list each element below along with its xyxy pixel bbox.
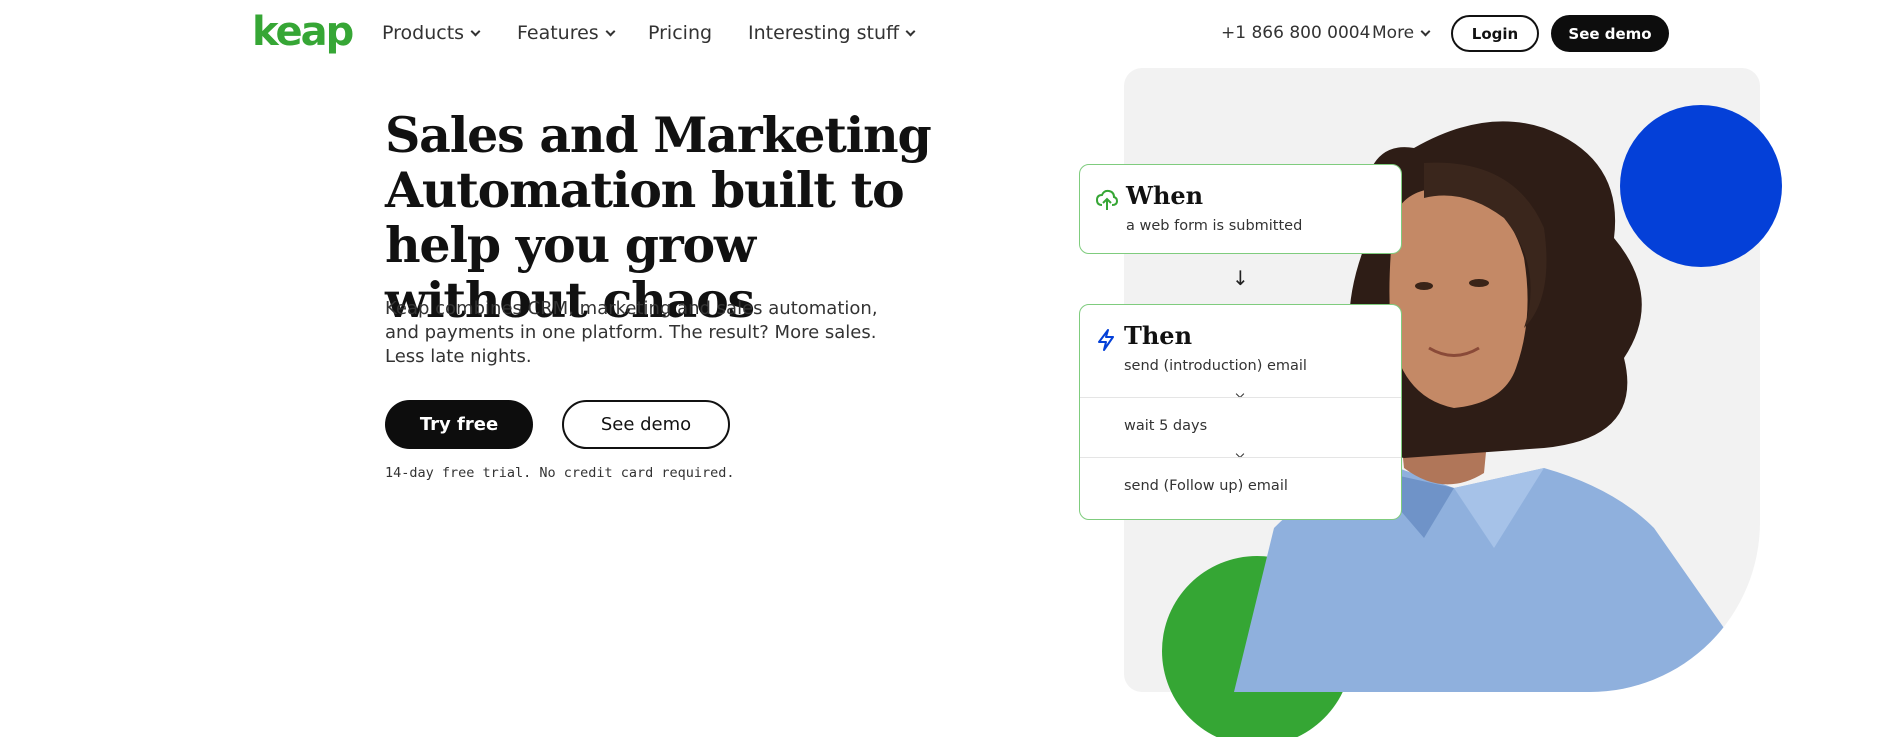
nav-features-label: Features <box>517 22 599 44</box>
then-heading: Then <box>1124 321 1193 350</box>
nav-interesting-stuff-label: Interesting stuff <box>748 22 900 44</box>
cloud-upload-icon <box>1096 189 1118 210</box>
lightning-icon <box>1098 329 1114 351</box>
nav-more[interactable]: More <box>1372 23 1431 43</box>
trial-note: 14-day free trial. No credit card requir… <box>385 465 735 481</box>
nav-pricing[interactable]: Pricing <box>648 22 712 44</box>
try-free-button[interactable]: Try free <box>385 400 533 449</box>
nav-products[interactable]: Products <box>382 22 481 44</box>
phone-number-link[interactable]: +1 866 800 0004 <box>1221 23 1370 43</box>
then-step-3: send (Follow up) email <box>1124 478 1288 494</box>
step-divider <box>1080 457 1401 458</box>
chevron-down-icon <box>1420 26 1431 36</box>
top-navigation: keap Products Features Pricing Interesti… <box>0 0 1903 66</box>
workflow-when-card: When a web form is submitted <box>1079 164 1402 254</box>
see-demo-button[interactable]: See demo <box>562 400 730 449</box>
when-text: a web form is submitted <box>1126 218 1303 234</box>
nav-interesting-stuff[interactable]: Interesting stuff <box>748 22 916 44</box>
step-divider <box>1080 397 1401 398</box>
nav-pricing-label: Pricing <box>648 22 713 44</box>
keap-logo[interactable]: keap <box>252 12 354 52</box>
workflow-then-card: Then send (introduction) email wait 5 da… <box>1079 304 1402 520</box>
arrow-down-icon: ↓ <box>1232 266 1249 290</box>
nav-features[interactable]: Features <box>517 22 616 44</box>
then-step-2: wait 5 days <box>1124 418 1208 434</box>
chevron-down-icon <box>905 26 916 36</box>
login-button[interactable]: Login <box>1451 15 1539 52</box>
see-demo-nav-button[interactable]: See demo <box>1551 15 1669 52</box>
hero-title: Sales and Marketing Automation built to … <box>385 106 932 329</box>
chevron-down-icon <box>470 26 481 36</box>
when-heading: When <box>1126 181 1204 210</box>
then-step-1: send (introduction) email <box>1124 358 1307 374</box>
chevron-down-icon <box>605 26 616 36</box>
hero-subtitle: Keap combines CRM, marketing and sales a… <box>385 298 878 367</box>
nav-products-label: Products <box>382 22 465 44</box>
nav-more-label: More <box>1372 23 1415 43</box>
